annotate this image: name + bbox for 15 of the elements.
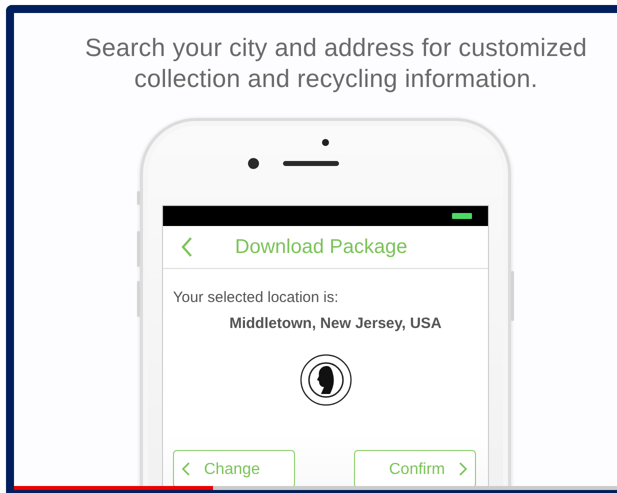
confirm-button[interactable]: Confirm (354, 450, 476, 486)
sensor-dot-icon (322, 139, 329, 146)
location-label: Your selected location is: (173, 289, 340, 306)
headline: Search your city and address for customized collection and recycling information. (84, 33, 588, 95)
chevron-icon (459, 462, 467, 476)
video-progress-track[interactable] (14, 486, 617, 490)
back-icon[interactable] (181, 237, 193, 257)
speaker-grille-icon (283, 161, 339, 166)
seal-logo (300, 354, 352, 406)
battery-icon (452, 213, 472, 219)
screen-title: Download Package (235, 236, 408, 258)
chevron-icon (182, 462, 190, 476)
camera-icon (248, 158, 259, 169)
change-button[interactable]: Change (173, 450, 295, 486)
location-name: Middletown, New Jersey, USA (229, 315, 442, 332)
